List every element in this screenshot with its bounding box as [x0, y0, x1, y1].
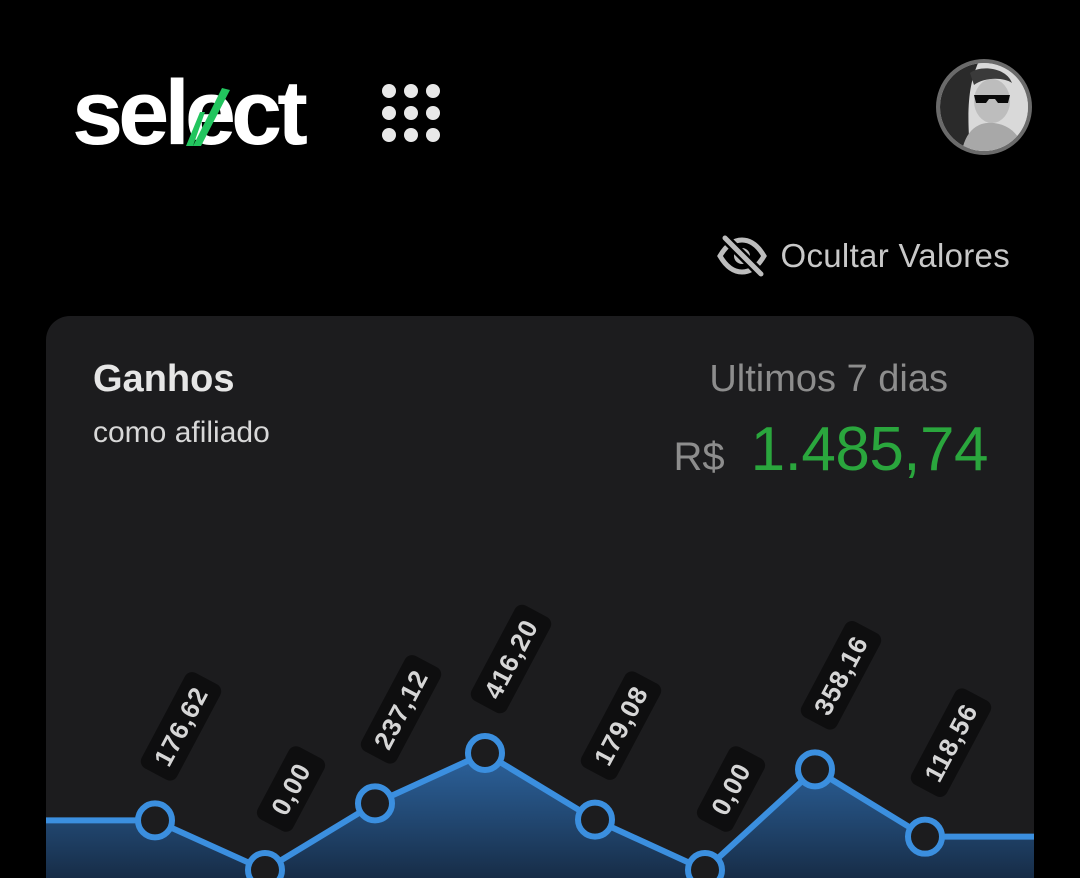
- data-point[interactable]: [905, 816, 945, 857]
- eye-off-icon: [716, 234, 767, 278]
- data-point[interactable]: [245, 850, 285, 878]
- grid-dot: [426, 128, 440, 142]
- data-point[interactable]: [575, 799, 615, 840]
- data-label-text: 118,56: [918, 699, 984, 787]
- app-screen: select Ocultar Valores Ganhos como afili…: [0, 0, 1080, 878]
- select-logo[interactable]: select: [72, 62, 334, 158]
- avatar-image: [940, 63, 1028, 151]
- grid-dot: [404, 106, 418, 120]
- data-point[interactable]: [355, 783, 395, 824]
- grid-dot: [426, 84, 440, 98]
- data-label-text: 237,12: [368, 665, 435, 755]
- hide-values-toggle[interactable]: Ocultar Valores: [716, 232, 1010, 280]
- data-label-text: 176,62: [148, 682, 215, 772]
- user-avatar[interactable]: [936, 59, 1032, 155]
- data-label-text: 416,20: [478, 614, 545, 704]
- data-label: 416,20: [470, 604, 552, 714]
- grid-dot: [426, 106, 440, 120]
- data-point[interactable]: [685, 850, 725, 878]
- grid-dot: [382, 84, 396, 98]
- data-label: 179,08: [580, 671, 662, 780]
- earnings-card: Ganhos como afiliado Ultimos 7 dias R$ 1…: [46, 316, 1034, 878]
- grid-dot: [382, 128, 396, 142]
- data-label: 358,16: [800, 621, 882, 730]
- data-label: 118,56: [910, 688, 992, 797]
- data-label: 0,00: [256, 746, 326, 832]
- data-label-text: 179,08: [588, 681, 655, 771]
- hide-values-label: Ocultar Valores: [780, 237, 1010, 274]
- data-point[interactable]: [465, 733, 505, 773]
- grid-dot: [404, 128, 418, 142]
- grid-dot: [404, 84, 418, 98]
- data-point[interactable]: [795, 749, 835, 790]
- data-label: 176,62: [140, 672, 222, 781]
- data-point[interactable]: [135, 800, 175, 841]
- data-label-text: 358,16: [808, 631, 875, 721]
- data-label: 237,12: [360, 655, 442, 764]
- apps-menu-button[interactable]: [378, 80, 442, 144]
- earnings-line-chart: 176,620,00237,12416,20179,080,00358,1611…: [46, 604, 1034, 878]
- grid-dot: [382, 106, 396, 120]
